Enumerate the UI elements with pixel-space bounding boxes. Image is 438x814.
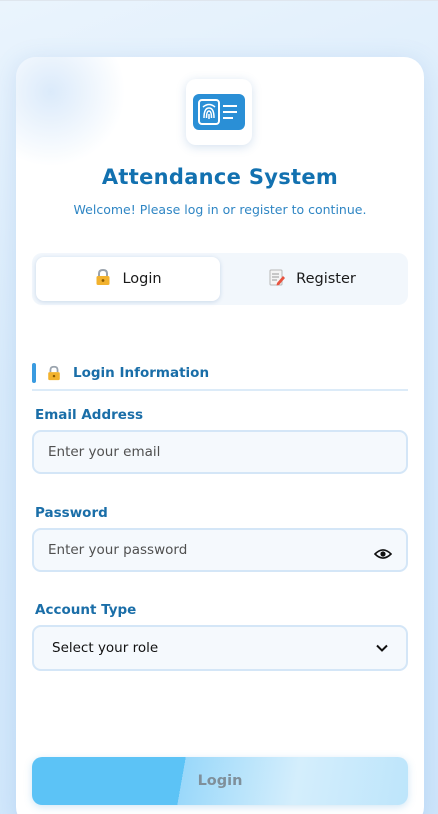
tab-login-label: Login	[122, 271, 162, 287]
section-title: Login Information	[73, 365, 210, 381]
app-logo	[186, 79, 252, 145]
email-field[interactable]	[32, 430, 408, 474]
section-accent-bar	[32, 363, 36, 383]
tab-login[interactable]: Login	[36, 257, 220, 301]
tab-register[interactable]: Register	[220, 257, 404, 301]
login-submit-button[interactable]: Login	[32, 757, 408, 805]
card-glow-decoration	[16, 57, 126, 167]
chevron-down-icon	[376, 640, 388, 656]
memo-icon	[268, 268, 286, 290]
login-submit-label: Login	[197, 773, 243, 789]
page-title: Attendance System	[101, 165, 339, 189]
eye-icon[interactable]	[373, 545, 393, 559]
password-field[interactable]	[32, 528, 408, 572]
lock-icon	[46, 365, 62, 385]
tab-register-label: Register	[296, 271, 356, 287]
lock-icon	[94, 268, 112, 290]
account-type-label: Account Type	[35, 602, 137, 618]
email-label: Email Address	[35, 407, 144, 423]
auth-tabs: Login Register	[32, 253, 408, 305]
password-label: Password	[35, 505, 108, 521]
login-section-header: Login Information	[32, 363, 408, 391]
window-top-border	[0, 0, 438, 1]
account-type-select[interactable]: Select your role	[32, 625, 408, 671]
account-type-value: Select your role	[52, 640, 159, 656]
page-subtitle: Welcome! Please log in or register to co…	[73, 202, 367, 217]
fingerprint-card-icon	[193, 94, 245, 130]
auth-card: Attendance System Welcome! Please log in…	[16, 57, 424, 814]
